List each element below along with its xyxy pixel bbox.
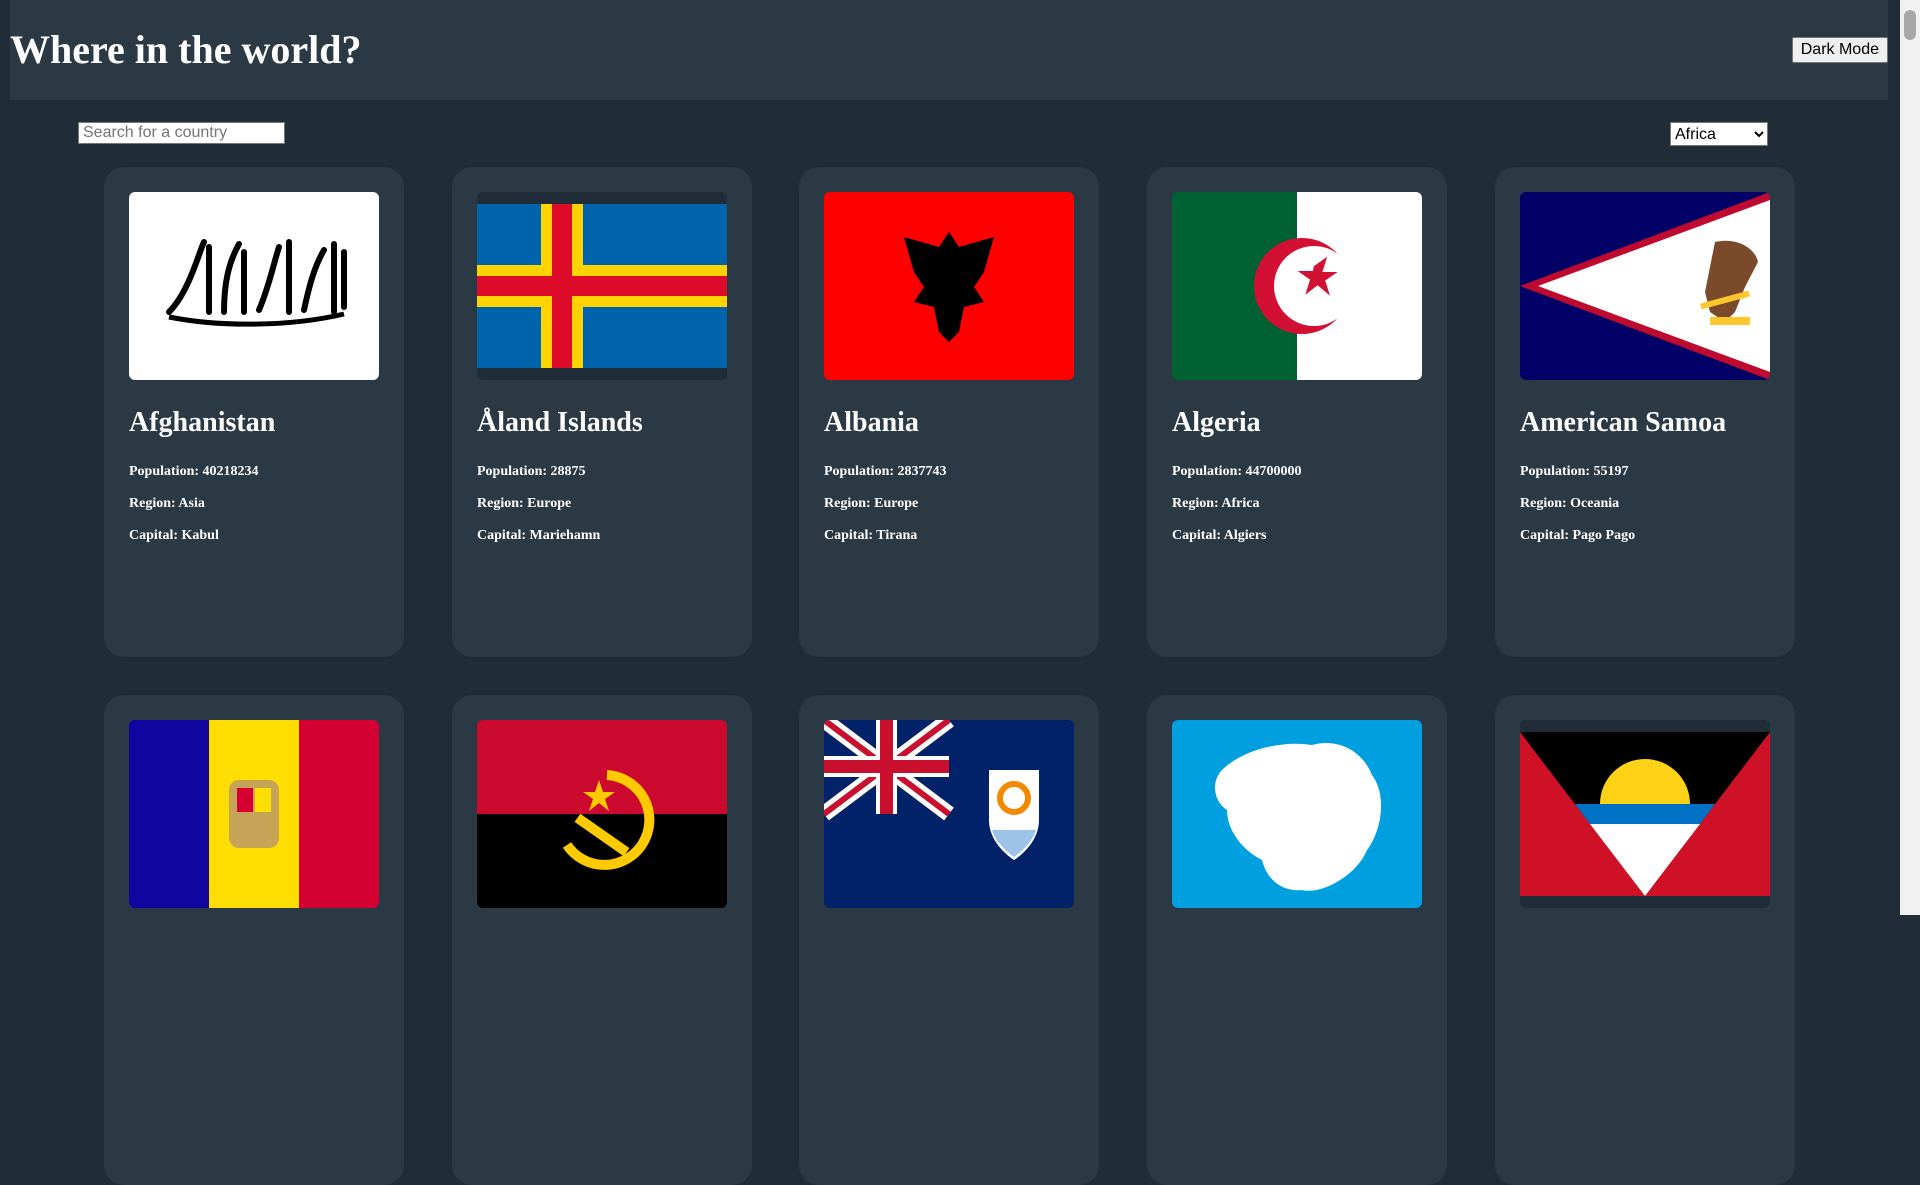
vertical-scrollbar[interactable]: [1900, 0, 1920, 915]
region-value: Europe: [874, 496, 919, 511]
capital-text: Capital: Pago Pago: [1520, 528, 1635, 544]
population-label: Population:: [477, 464, 548, 479]
region-filter-select[interactable]: Africa: [1670, 122, 1768, 146]
algeria-flag-icon: [1172, 192, 1422, 380]
country-name: Afghanistan: [129, 407, 276, 438]
region-label: Region:: [129, 496, 176, 511]
region-label: Region:: [1172, 496, 1219, 511]
country-card[interactable]: [104, 695, 404, 1185]
capital-text: Capital: Kabul: [129, 528, 219, 544]
population-text: Population: 2837743: [824, 464, 947, 480]
region-value: Europe: [527, 496, 572, 511]
capital-label: Capital:: [1172, 528, 1221, 543]
country-card[interactable]: Algeria Population: 44700000 Region: Afr…: [1147, 167, 1447, 657]
aland-islands-flag-icon: [477, 192, 727, 380]
american-samoa-flag-icon: [1520, 192, 1770, 380]
capital-label: Capital:: [477, 528, 526, 543]
andorra-flag-icon: [129, 720, 379, 908]
country-card[interactable]: American Samoa Population: 55197 Region:…: [1495, 167, 1795, 657]
country-card[interactable]: [1147, 695, 1447, 1185]
capital-text: Capital: Tirana: [824, 528, 917, 544]
region-text: Region: Asia: [129, 496, 205, 512]
capital-value: Mariehamn: [529, 528, 601, 543]
country-card[interactable]: Albania Population: 2837743 Region: Euro…: [799, 167, 1099, 657]
albania-flag-icon: [824, 192, 1074, 380]
antarctica-flag-icon: [1172, 720, 1422, 908]
population-text: Population: 28875: [477, 464, 586, 480]
population-text: Population: 40218234: [129, 464, 259, 480]
region-text: Region: Europe: [477, 496, 571, 512]
population-value: 2837743: [897, 464, 947, 479]
capital-value: Kabul: [181, 528, 219, 543]
anguilla-flag-icon: [824, 720, 1074, 908]
country-name: Albania: [824, 407, 919, 438]
capital-value: Tirana: [876, 528, 918, 543]
region-value: Oceania: [1570, 496, 1620, 511]
region-text: Region: Oceania: [1520, 496, 1619, 512]
angola-flag-icon: [477, 720, 727, 908]
region-label: Region:: [1520, 496, 1567, 511]
country-card[interactable]: [1495, 695, 1795, 1185]
region-value: Africa: [1221, 496, 1260, 511]
region-text: Region: Africa: [1172, 496, 1260, 512]
population-value: 44700000: [1245, 464, 1302, 479]
population-label: Population:: [1172, 464, 1243, 479]
country-card[interactable]: [799, 695, 1099, 1185]
search-input[interactable]: [78, 122, 285, 144]
dark-mode-button[interactable]: Dark Mode: [1791, 37, 1888, 63]
afghanistan-flag-icon: [129, 192, 379, 380]
capital-text: Capital: Algiers: [1172, 528, 1267, 544]
app-header: Where in the world? Dark Mode: [10, 0, 1888, 100]
page-title: Where in the world?: [10, 27, 362, 72]
population-value: 40218234: [202, 464, 259, 479]
country-card[interactable]: Afghanistan Population: 40218234 Region:…: [104, 167, 404, 657]
capital-label: Capital:: [1520, 528, 1569, 543]
antigua-and-barbuda-flag-icon: [1520, 720, 1770, 908]
region-value: Asia: [178, 496, 205, 511]
capital-label: Capital:: [129, 528, 178, 543]
country-card[interactable]: [452, 695, 752, 1185]
population-label: Population:: [129, 464, 200, 479]
region-label: Region:: [824, 496, 871, 511]
country-name: Algeria: [1172, 407, 1261, 438]
region-label: Region:: [477, 496, 524, 511]
population-value: 28875: [550, 464, 586, 479]
country-card[interactable]: Åland Islands Population: 28875 Region: …: [452, 167, 752, 657]
population-text: Population: 44700000: [1172, 464, 1302, 480]
country-name: American Samoa: [1520, 407, 1727, 438]
population-label: Population:: [1520, 464, 1591, 479]
country-name: Åland Islands: [477, 407, 643, 438]
capital-label: Capital:: [824, 528, 873, 543]
region-text: Region: Europe: [824, 496, 918, 512]
capital-value: Algiers: [1223, 528, 1267, 543]
population-label: Population:: [824, 464, 895, 479]
population-value: 55197: [1593, 464, 1629, 479]
capital-value: Pago Pago: [1572, 528, 1636, 543]
capital-text: Capital: Mariehamn: [477, 528, 600, 544]
population-text: Population: 55197: [1520, 464, 1629, 480]
scrollbar-thumb[interactable]: [1904, 10, 1916, 40]
